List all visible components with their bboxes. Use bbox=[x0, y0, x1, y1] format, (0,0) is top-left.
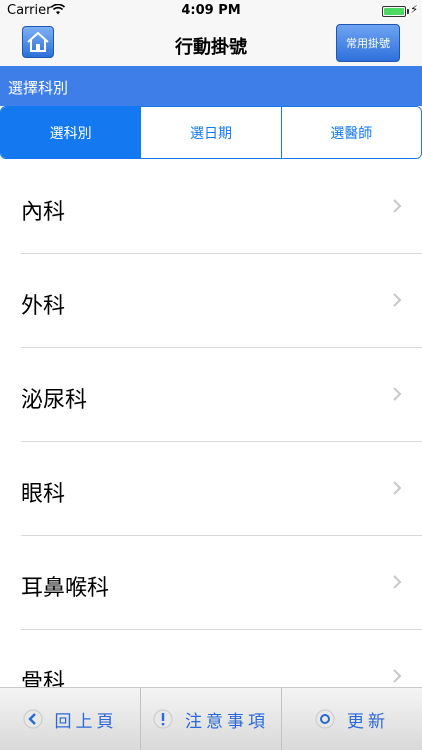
chevron-right-icon bbox=[393, 481, 402, 495]
list-item[interactable]: 內科 bbox=[0, 160, 422, 254]
department-label: 眼科 bbox=[21, 482, 66, 507]
section-header: 選擇科別 bbox=[0, 66, 422, 106]
department-label: 外科 bbox=[21, 294, 66, 319]
exclamation-icon bbox=[153, 709, 173, 729]
status-time: 4:09 PM bbox=[181, 3, 241, 18]
refresh-label: 更新 bbox=[347, 711, 389, 732]
section-title: 選擇科別 bbox=[8, 79, 69, 97]
department-label: 骨科 bbox=[21, 670, 66, 687]
chevron-right-icon bbox=[393, 387, 402, 401]
tab-select-doctor[interactable]: 選醫師 bbox=[280, 107, 421, 158]
list-item[interactable]: 骨科 bbox=[0, 630, 422, 687]
status-bar: Carrier 4:09 PM ⚡ bbox=[0, 0, 422, 22]
back-arrow-icon bbox=[23, 709, 42, 729]
navigation-bar: 行動掛號 常用掛號 bbox=[0, 22, 422, 66]
refresh-button[interactable]: 更新 bbox=[281, 688, 422, 750]
chevron-right-icon bbox=[393, 293, 402, 307]
department-label: 耳鼻喉科 bbox=[21, 576, 110, 601]
chevron-right-icon bbox=[393, 669, 402, 683]
list-item[interactable]: 外科 bbox=[0, 254, 422, 348]
list-item[interactable]: 泌尿科 bbox=[0, 348, 422, 442]
bottom-toolbar: 回上頁 注意事項 更新 bbox=[0, 687, 422, 750]
chevron-right-icon bbox=[393, 199, 402, 213]
battery-tip bbox=[407, 9, 409, 14]
refresh-icon bbox=[315, 709, 335, 729]
department-list: 內科 外科 泌尿科 眼科 耳鼻喉科 骨科 bbox=[0, 160, 422, 687]
list-item[interactable]: 眼科 bbox=[0, 442, 422, 536]
notice-label: 注意事項 bbox=[185, 711, 269, 732]
list-item[interactable]: 耳鼻喉科 bbox=[0, 536, 422, 630]
back-label: 回上頁 bbox=[54, 711, 118, 732]
back-button[interactable]: 回上頁 bbox=[0, 688, 140, 750]
tab-select-date[interactable]: 選日期 bbox=[140, 107, 281, 158]
battery-icon bbox=[382, 6, 406, 17]
chevron-right-icon bbox=[393, 575, 402, 589]
notice-button[interactable]: 注意事項 bbox=[140, 688, 281, 750]
segmented-control: 選科別 選日期 選醫師 bbox=[0, 106, 422, 159]
tab-select-department[interactable]: 選科別 bbox=[1, 107, 141, 158]
charging-icon: ⚡ bbox=[410, 3, 418, 16]
department-label: 內科 bbox=[21, 200, 66, 225]
favorite-registration-button[interactable]: 常用掛號 bbox=[336, 24, 400, 62]
department-label: 泌尿科 bbox=[21, 388, 88, 413]
